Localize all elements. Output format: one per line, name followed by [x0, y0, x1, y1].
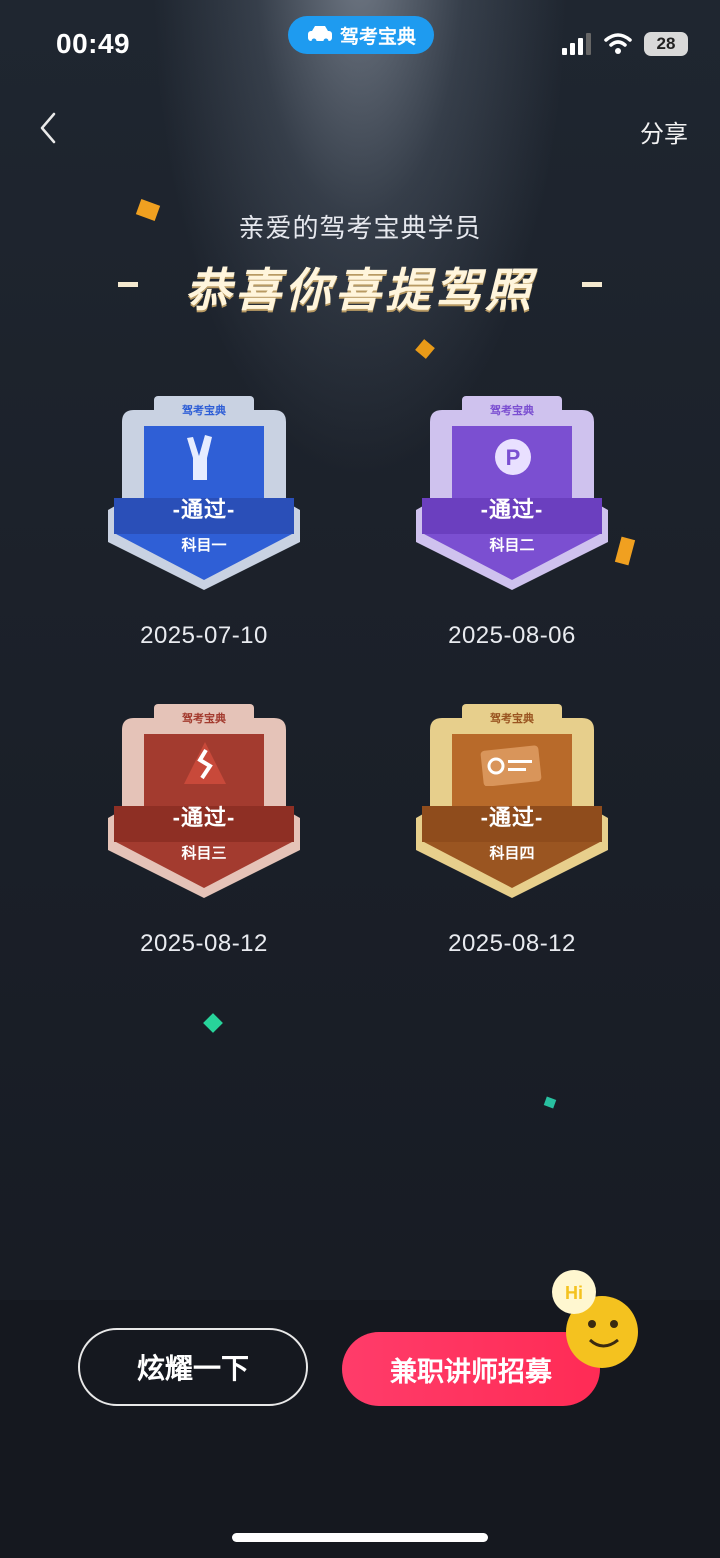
badge-pass-label: -通过-: [172, 497, 236, 522]
greeting-subtitle: 亲爱的驾考宝典学员: [238, 213, 482, 243]
parking-icon: P: [492, 436, 534, 478]
badge-subject-4[interactable]: 驾考宝典 -通过- 科目四: [362, 700, 662, 950]
badge-pass-label: -通过-: [480, 497, 544, 522]
badge-date: 2025-08-12: [140, 930, 268, 957]
svg-text:Hi: Hi: [565, 1283, 583, 1303]
wifi-icon: [604, 33, 632, 54]
confetti-piece: [203, 1013, 223, 1033]
status-icons: 28: [562, 32, 688, 56]
badge-date: 2025-08-12: [448, 930, 576, 957]
mascot-emoji-icon[interactable]: Hi: [532, 1262, 642, 1372]
badge-subject-3[interactable]: 驾考宝典 -通过- 科目三: [54, 700, 354, 950]
svg-text:P: P: [506, 445, 521, 470]
badge-brand: 驾考宝典: [182, 405, 226, 417]
badge-brand: 驾考宝典: [490, 405, 534, 417]
badge-subject-label: 科目三: [181, 845, 227, 862]
back-button[interactable]: [30, 110, 70, 150]
app-indicator-pill[interactable]: 驾考宝典: [288, 16, 434, 54]
home-indicator[interactable]: [232, 1533, 488, 1542]
battery-indicator: 28: [644, 32, 688, 56]
congrats-headline: 恭喜你喜提驾照: [185, 264, 535, 316]
badge-subject-label: 科目一: [181, 537, 227, 554]
badge-pass-label: -通过-: [172, 805, 236, 830]
badge-subject-label: 科目二: [489, 537, 535, 554]
license-card-icon: [480, 742, 544, 786]
badge-date: 2025-07-10: [140, 622, 268, 649]
show-off-button[interactable]: 炫耀一下: [78, 1328, 308, 1406]
victory-hand-icon: [179, 432, 229, 482]
badge-subject-label: 科目四: [489, 845, 535, 862]
badge-brand: 驾考宝典: [490, 713, 534, 725]
badge-subject-2[interactable]: 驾考宝典 P -通过- 科目二: [362, 392, 662, 642]
badge-brand: 驾考宝典: [182, 713, 226, 725]
status-bar: 00:49 驾考宝典 28: [0, 0, 720, 92]
confetti-piece: [543, 1096, 557, 1109]
winding-road-icon: [182, 740, 228, 786]
status-time: 00:49: [56, 28, 131, 59]
confetti-piece: [415, 339, 435, 359]
badge-subject-1[interactable]: 驾考宝典 -通过- 科目一: [54, 392, 354, 642]
badge-pass-label: -通过-: [480, 805, 544, 830]
signal-icon: [562, 33, 591, 55]
headline-dash-right: [582, 282, 602, 287]
car-icon: [307, 26, 332, 44]
share-button[interactable]: 分享: [640, 114, 688, 149]
app-name: 驾考宝典: [339, 26, 416, 48]
chevron-left-icon: [40, 112, 56, 144]
badge-date: 2025-08-06: [448, 622, 576, 649]
